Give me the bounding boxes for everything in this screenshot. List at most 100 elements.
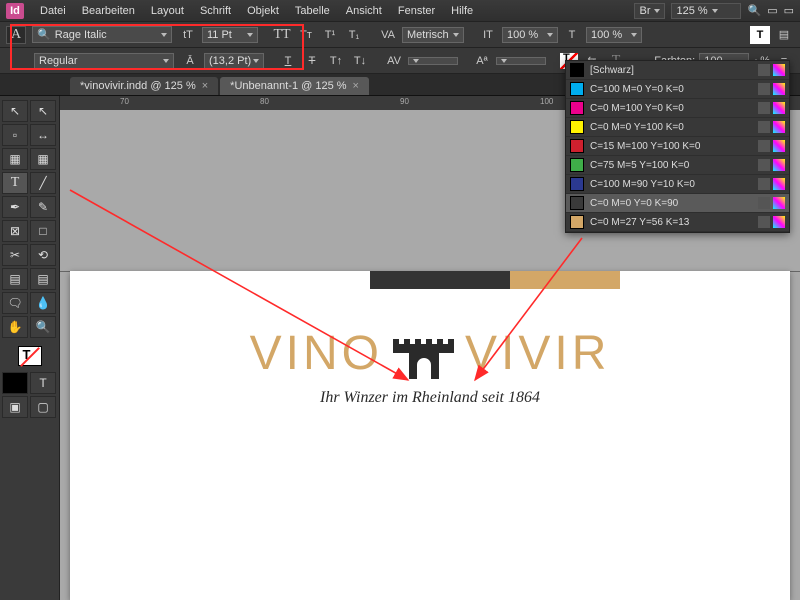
char-panel-icon[interactable]: A	[6, 26, 26, 44]
baseline-super-icon[interactable]: T↑	[326, 52, 346, 70]
tracking-field[interactable]	[408, 57, 458, 65]
menu-layout[interactable]: Layout	[143, 3, 192, 19]
leading-field[interactable]: (13,2 Pt)	[204, 53, 264, 69]
rectangle-tool[interactable]: □	[30, 220, 56, 242]
swatches-panel: [Schwarz] C=100 M=0 Y=0 K=0 C=0 M=100 Y=0 …	[565, 60, 790, 233]
kerning-icon: VA	[378, 26, 398, 44]
scissors-tool[interactable]: ✂	[2, 244, 28, 266]
menu-bearbeiten[interactable]: Bearbeiten	[74, 3, 143, 19]
tab-title: *vinovivir.indd @ 125 %	[80, 80, 196, 92]
swatch-row[interactable]: C=0 M=27 Y=56 K=13	[566, 213, 789, 232]
ruler-mark: 100	[540, 97, 553, 106]
menu-ansicht[interactable]: Ansicht	[338, 3, 390, 19]
swatch-type-icons	[758, 83, 785, 95]
char-panel-menu-icon[interactable]: ▤	[774, 26, 794, 44]
tab-title: *Unbenannt-1 @ 125 %	[230, 80, 346, 92]
baseline-shift-field[interactable]	[496, 57, 546, 65]
normal-view-icon[interactable]: ▣	[2, 396, 28, 418]
font-style-field[interactable]: Regular	[34, 53, 174, 69]
swatch-type-icons	[758, 159, 785, 171]
line-tool[interactable]: ╱	[30, 172, 56, 194]
pencil-tool[interactable]: ✎	[30, 196, 56, 218]
swatch-row[interactable]: C=0 M=0 Y=0 K=90	[566, 194, 789, 213]
swatch-name: C=100 M=0 Y=0 K=0	[590, 84, 752, 95]
note-tool[interactable]: 🗨	[2, 292, 28, 314]
swatch-row[interactable]: C=100 M=90 Y=10 K=0	[566, 175, 789, 194]
swatch-name: [Schwarz]	[590, 65, 752, 76]
menu-hilfe[interactable]: Hilfe	[443, 3, 481, 19]
view-mode-icon[interactable]: ▭	[767, 4, 777, 17]
hscale-icon: IT	[478, 26, 498, 44]
apply-color-icon[interactable]	[2, 372, 28, 394]
kerning-field[interactable]: Metrisch	[402, 27, 464, 43]
strike-icon[interactable]: T	[302, 52, 322, 70]
menu-tabelle[interactable]: Tabelle	[287, 3, 338, 19]
content-collector-tool[interactable]: ▦	[2, 148, 28, 170]
baseline-shift-icon: Aª	[472, 52, 492, 70]
page-tool[interactable]: ▫	[2, 124, 28, 146]
content-placer-tool[interactable]: ▦	[30, 148, 56, 170]
swatch-row[interactable]: C=15 M=100 Y=100 K=0	[566, 137, 789, 156]
font-name: Rage Italic	[55, 29, 107, 41]
font-family-field[interactable]: 🔍Rage Italic	[32, 26, 172, 43]
swatch-name: C=0 M=100 Y=0 K=0	[590, 103, 752, 114]
zoom-tool[interactable]: 🔍	[30, 316, 56, 338]
swatch-row[interactable]: C=0 M=100 Y=0 K=0	[566, 99, 789, 118]
hscale-field[interactable]: 100 %	[502, 27, 558, 43]
gradient-swatch-tool[interactable]: ▤	[2, 268, 28, 290]
superscript-icon[interactable]: T¹	[320, 26, 340, 44]
screen-mode-icon[interactable]: ▭	[784, 4, 794, 17]
subscript-icon[interactable]: T₁	[344, 26, 364, 44]
swatch-type-icons	[758, 140, 785, 152]
swatch-row[interactable]: C=0 M=0 Y=100 K=0	[566, 118, 789, 137]
type-on-fill-icon[interactable]: T	[750, 26, 770, 44]
swatch-row[interactable]: [Schwarz]	[566, 61, 789, 80]
vscale-field[interactable]: 100 %	[586, 27, 642, 43]
zoom-dropdown[interactable]: 125 %	[671, 3, 741, 19]
menu-schrift[interactable]: Schrift	[192, 3, 239, 19]
document-tab[interactable]: *Unbenannt-1 @ 125 % ×	[220, 77, 369, 95]
eyedropper-tool[interactable]: 💧	[30, 292, 56, 314]
search-icon[interactable]: 🔍	[747, 4, 761, 17]
menu-objekt[interactable]: Objekt	[239, 3, 287, 19]
direct-selection-tool[interactable]: ↖	[30, 100, 56, 122]
type-tool[interactable]: T	[2, 172, 28, 194]
baseline-sub-icon[interactable]: T↓	[350, 52, 370, 70]
menu-fenster[interactable]: Fenster	[390, 3, 443, 19]
underline-icon[interactable]: T	[278, 52, 298, 70]
swatch-type-icons	[758, 216, 785, 228]
close-icon[interactable]: ×	[202, 80, 208, 92]
hand-tool[interactable]: ✋	[2, 316, 28, 338]
apply-none-icon[interactable]: T	[30, 372, 56, 394]
rectangle-frame-tool[interactable]: ⊠	[2, 220, 28, 242]
ruler-mark: 70	[120, 97, 129, 106]
preview-icon[interactable]: ▢	[30, 396, 56, 418]
font-size-field[interactable]: 11 Pt	[202, 27, 258, 43]
swatch-chip	[570, 177, 584, 191]
menu-datei[interactable]: Datei	[32, 3, 74, 19]
close-icon[interactable]: ×	[353, 80, 359, 92]
swatch-name: C=100 M=90 Y=10 K=0	[590, 179, 752, 190]
swatch-name: C=15 M=100 Y=100 K=0	[590, 141, 752, 152]
brand-logo-text: VINOVIVIR	[70, 326, 790, 381]
document-page: VINOVIVIR Ihr Winzer im Rheinland seit 1…	[70, 271, 790, 600]
all-caps-icon[interactable]: TT	[272, 26, 292, 44]
small-caps-icon[interactable]: Tᴛ	[296, 26, 316, 44]
selection-tool[interactable]: ↖	[2, 100, 28, 122]
swatch-type-icons	[758, 121, 785, 133]
swatch-row[interactable]: C=75 M=5 Y=100 K=0	[566, 156, 789, 175]
fill-stroke-control[interactable]: T	[2, 346, 57, 366]
free-transform-tool[interactable]: ⟲	[30, 244, 56, 266]
swatch-name: C=0 M=27 Y=56 K=13	[590, 217, 752, 228]
br-dropdown[interactable]: Br	[634, 3, 665, 19]
swatch-chip	[570, 215, 584, 229]
swatch-chip	[570, 82, 584, 96]
gap-tool[interactable]: ↔	[30, 124, 56, 146]
tagline-text[interactable]: Ihr Winzer im Rheinland seit 1864	[70, 389, 790, 407]
document-tab[interactable]: *vinovivir.indd @ 125 % ×	[70, 77, 218, 95]
pen-tool[interactable]: ✒	[2, 196, 28, 218]
ruler-mark: 80	[260, 97, 269, 106]
gradient-feather-tool[interactable]: ▤	[30, 268, 56, 290]
swatch-chip	[570, 120, 584, 134]
swatch-row[interactable]: C=100 M=0 Y=0 K=0	[566, 80, 789, 99]
